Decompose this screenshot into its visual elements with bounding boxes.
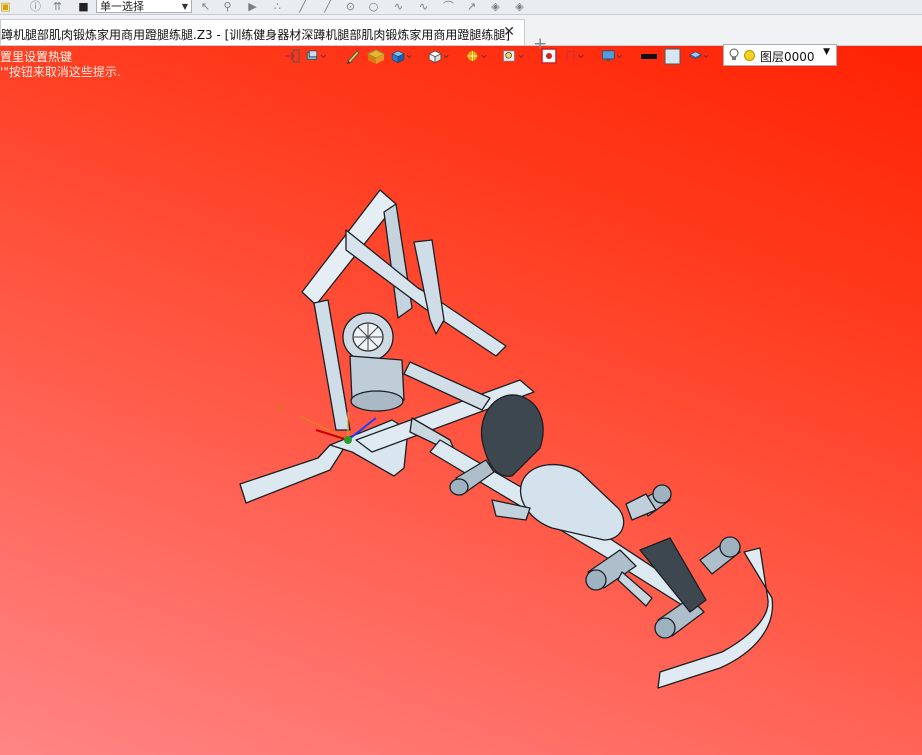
tower-back-post xyxy=(413,239,445,335)
pulley-bar xyxy=(403,361,491,411)
leg-press-model[interactable]: X xyxy=(0,0,922,755)
back-pad xyxy=(480,394,544,477)
3d-viewport[interactable]: ▣ ⓘ ⇈ ■ 单一选择 ▼ ↖ ⚲ ▶ ∴ ╱ ╱ ⊙ ○ ∿ ∿ ⌒ ↗ ◈… xyxy=(0,0,922,755)
tower-right-post xyxy=(383,203,413,319)
rear-base-bar xyxy=(239,444,345,504)
seat-pad xyxy=(520,463,625,541)
tower-left-post xyxy=(313,299,351,431)
axis-x-label: X xyxy=(276,401,285,416)
